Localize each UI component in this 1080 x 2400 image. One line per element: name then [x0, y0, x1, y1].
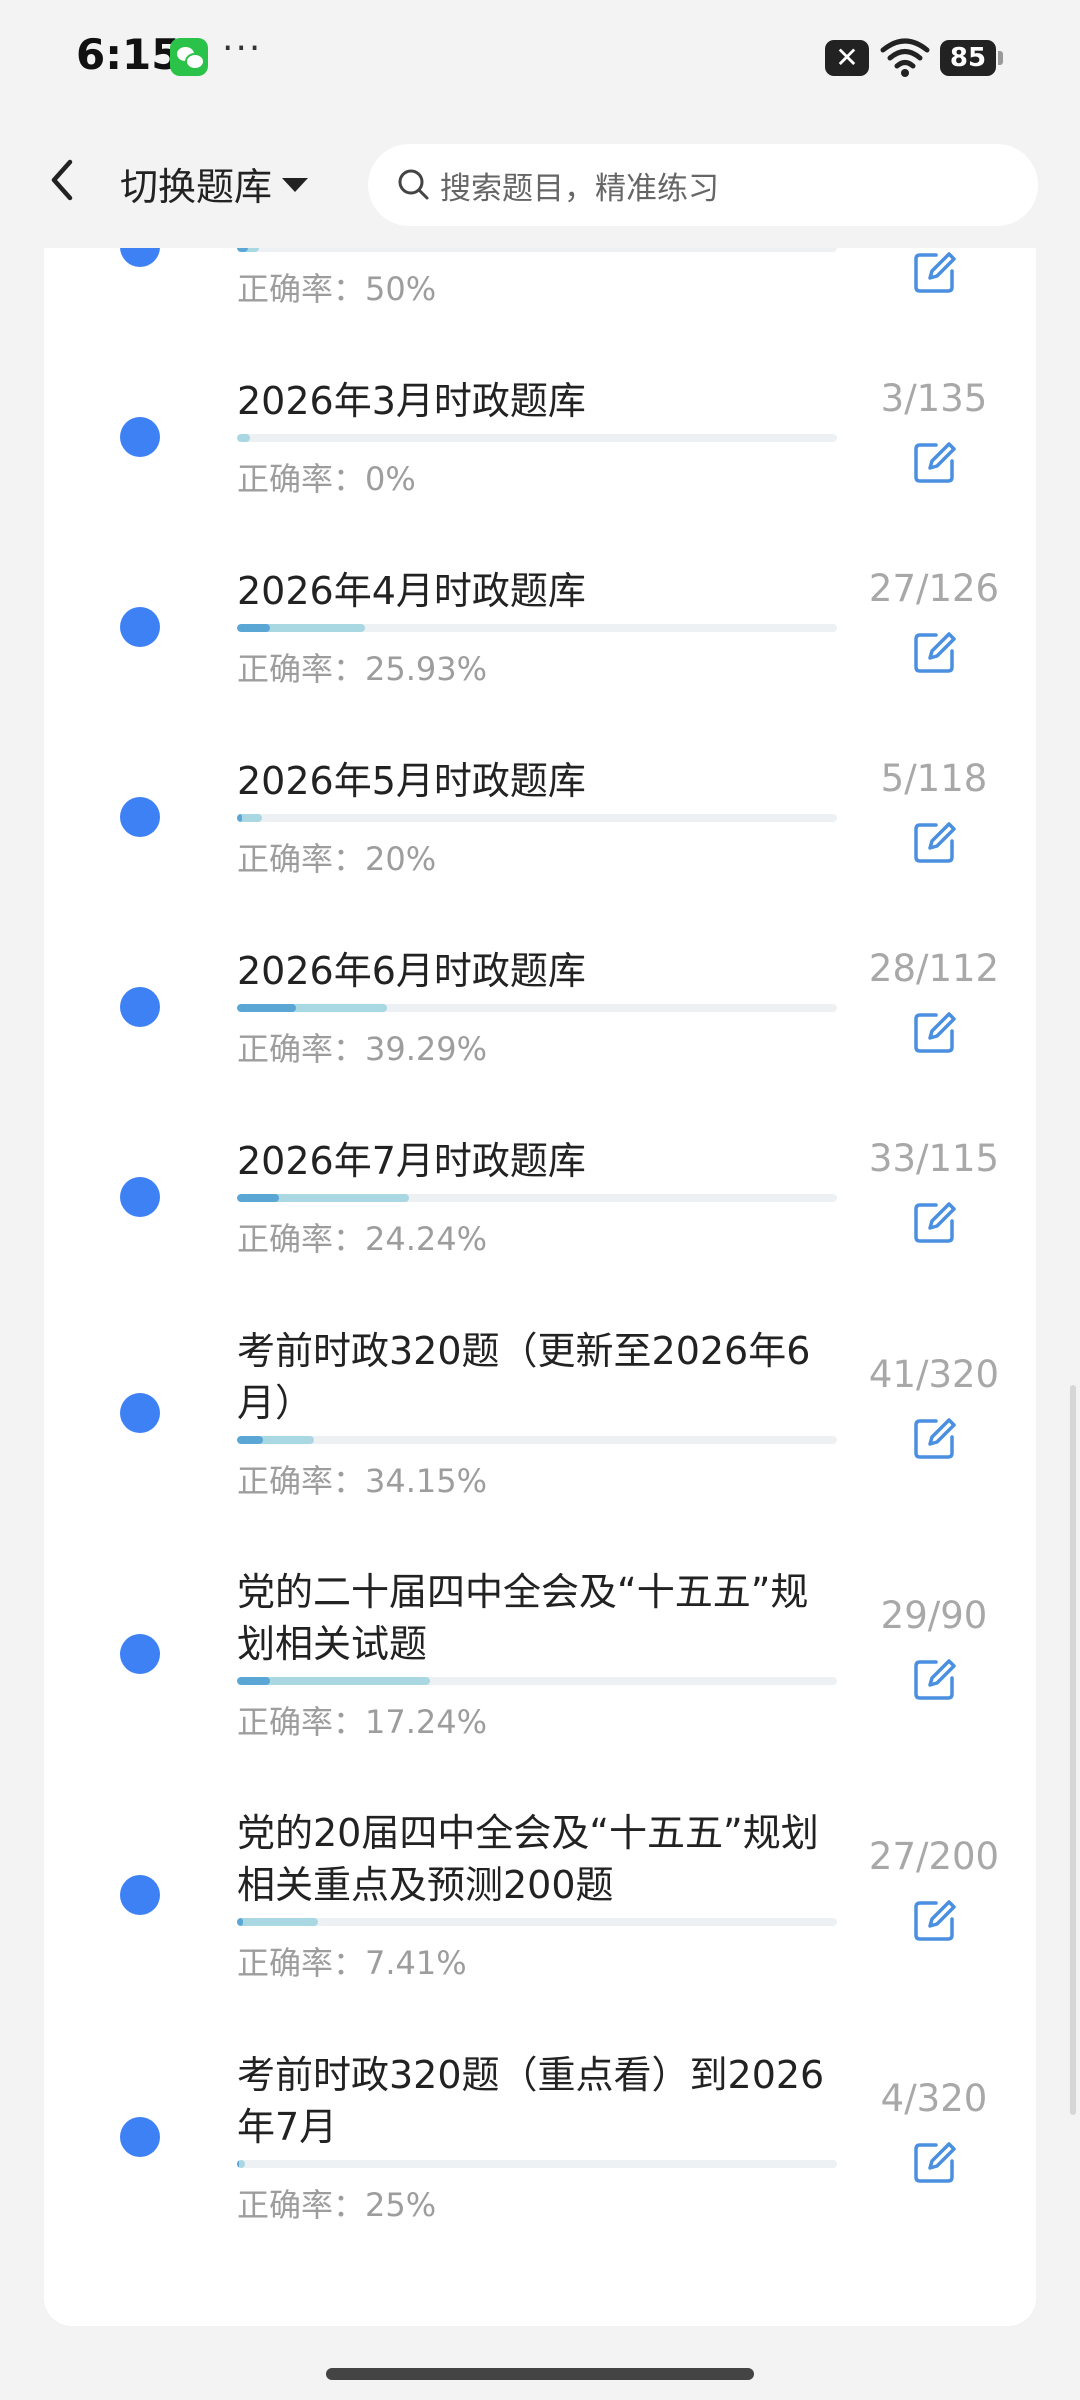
progress-bar	[237, 624, 837, 632]
question-bank-item[interactable]: 2026年4月时政题库正确率：25.93% 27/126	[44, 528, 1036, 718]
item-title: 考前时政320题（更新至2026年6月）	[237, 1329, 811, 1425]
item-title: 2026年5月时政题库	[237, 759, 586, 803]
progress-count: 41/320	[868, 1353, 1000, 1396]
progress-fill	[237, 1918, 318, 1926]
edit-icon[interactable]	[912, 819, 958, 865]
status-time: 6:15	[76, 30, 181, 79]
progress-count: 29/90	[880, 1594, 988, 1637]
edit-icon[interactable]	[912, 1415, 958, 1461]
question-bank-item[interactable]: 考前时政320题（重点看）到2026年7月正确率：25% 4/320	[44, 2012, 1036, 2253]
progress-bar	[237, 1436, 837, 1444]
switch-question-bank-button[interactable]: 切换题库	[120, 158, 309, 209]
question-bank-item[interactable]: 2026年5月时政题库正确率：20% 5/118	[44, 718, 1036, 908]
progress-count: 5/118	[880, 757, 988, 800]
progress-bar	[237, 1677, 837, 1685]
accuracy-text: 正确率：7.41%	[237, 1944, 467, 1982]
back-arrow-icon[interactable]	[36, 148, 92, 212]
correct-fill	[237, 2160, 239, 2168]
progress-count: 33/115	[868, 1137, 1000, 1180]
status-dot	[120, 797, 160, 837]
wechat-icon	[170, 38, 208, 76]
progress-bar	[237, 1004, 837, 1012]
accuracy-text: 正确率：25%	[237, 2186, 437, 2224]
edit-icon[interactable]	[912, 1199, 958, 1245]
question-bank-item[interactable]: 党的二十届四中全会及“十五五”规划相关试题正确率：17.24% 29/90	[44, 1529, 1036, 1770]
correct-fill	[237, 1918, 243, 1926]
item-title: 2026年4月时政题库	[237, 569, 586, 613]
no-sim-icon: ✕	[825, 40, 869, 76]
accuracy-text: 正确率：50%	[237, 270, 437, 308]
item-title: 2026年3月时政题库	[237, 379, 586, 423]
correct-fill	[237, 1677, 270, 1685]
edit-icon[interactable]	[912, 629, 958, 675]
question-bank-item[interactable]: 正确率：50%4/107	[44, 248, 1036, 338]
edit-icon[interactable]	[912, 249, 958, 295]
correct-fill	[237, 814, 242, 822]
item-title: 党的20届四中全会及“十五五”规划相关重点及预测200题	[237, 1811, 819, 1907]
status-dot	[120, 248, 160, 267]
search-input[interactable]: 搜索题目，精准练习	[368, 144, 1038, 226]
status-dot	[120, 987, 160, 1027]
edit-icon[interactable]	[912, 439, 958, 485]
progress-fill	[237, 434, 250, 442]
switch-question-bank-label: 切换题库	[120, 164, 273, 209]
status-dot	[120, 1634, 160, 1674]
progress-count: 28/112	[868, 947, 1000, 990]
edit-icon[interactable]	[912, 1656, 958, 1702]
progress-bar	[237, 1918, 837, 1926]
progress-bar	[237, 434, 837, 442]
progress-bar	[237, 814, 837, 822]
progress-bar	[237, 1194, 837, 1202]
item-title: 党的二十届四中全会及“十五五”规划相关试题	[237, 1570, 809, 1666]
edit-icon[interactable]	[912, 1009, 958, 1055]
status-dot	[120, 1177, 160, 1217]
status-dot	[120, 2117, 160, 2157]
edit-icon[interactable]	[912, 2139, 958, 2185]
correct-fill	[237, 624, 270, 632]
scrollbar[interactable]	[1070, 1385, 1076, 2115]
question-bank-list: 正确率：50%4/107 2026年3月时政题库正确率：0% 3/135 2026年4…	[44, 248, 1036, 2326]
item-title: 2026年6月时政题库	[237, 949, 586, 993]
edit-icon[interactable]	[912, 1897, 958, 1943]
search-icon	[398, 169, 429, 200]
accuracy-text: 正确率：39.29%	[237, 1030, 488, 1068]
search-placeholder: 搜索题目，精准练习	[440, 170, 719, 207]
battery-indicator: 85	[940, 40, 1003, 76]
question-bank-item[interactable]: 2026年3月时政题库正确率：0% 3/135	[44, 338, 1036, 528]
progress-count: 27/126	[868, 567, 1000, 610]
correct-fill	[237, 1194, 279, 1202]
progress-count: 27/200	[868, 1835, 1000, 1878]
accuracy-text: 正确率：24.24%	[237, 1220, 488, 1258]
progress-count: 4/320	[880, 2077, 988, 2120]
accuracy-text: 正确率：17.24%	[237, 1703, 488, 1741]
item-title: 2026年7月时政题库	[237, 1139, 586, 1183]
correct-fill	[237, 1436, 263, 1444]
status-dot	[120, 417, 160, 457]
question-bank-item[interactable]: 考前时政320题（更新至2026年6月） 正确率：34.15% 41/320	[44, 1288, 1036, 1529]
accuracy-text: 正确率：0%	[237, 460, 416, 498]
more-notifications-icon: ···	[222, 28, 263, 69]
item-title: 考前时政320题（重点看）到2026年7月	[237, 2053, 825, 2149]
status-dot	[120, 607, 160, 647]
status-dot	[120, 1875, 160, 1915]
caret-down-icon	[282, 178, 309, 192]
status-bar: 6:15 ··· ✕ 85	[0, 0, 1080, 120]
question-bank-item[interactable]: 2026年6月时政题库正确率：39.29% 28/112	[44, 908, 1036, 1098]
accuracy-text: 正确率：34.15%	[237, 1462, 488, 1500]
progress-bar	[237, 248, 837, 252]
correct-fill	[237, 1004, 296, 1012]
question-bank-item[interactable]: 党的20届四中全会及“十五五”规划相关重点及预测200题正确率：7.41% 27/…	[44, 1770, 1036, 2012]
top-navigation: 切换题库 搜索题目，精准练习	[0, 120, 1080, 248]
question-bank-item[interactable]: 2026年7月时政题库正确率：24.24% 33/115	[44, 1098, 1036, 1288]
home-indicator[interactable]	[326, 2368, 754, 2380]
wifi-icon	[880, 38, 930, 77]
status-dot	[120, 1393, 160, 1433]
accuracy-text: 正确率：25.93%	[237, 650, 488, 688]
progress-bar	[237, 2160, 837, 2168]
accuracy-text: 正确率：20%	[237, 840, 437, 878]
progress-count: 3/135	[880, 377, 988, 420]
